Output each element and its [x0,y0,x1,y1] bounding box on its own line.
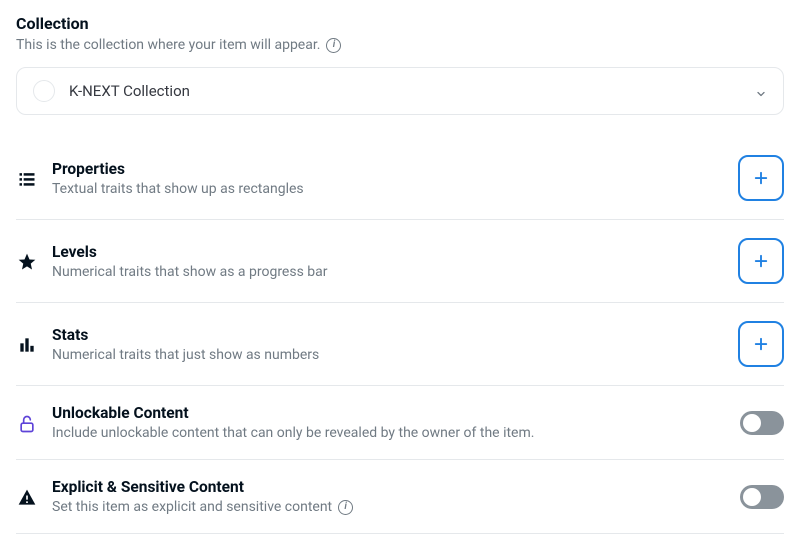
add-properties-button[interactable] [738,155,784,201]
add-levels-button[interactable] [738,238,784,284]
stats-row: Stats Numerical traits that just show as… [16,303,784,386]
info-icon[interactable]: i [326,38,341,53]
add-stats-button[interactable] [738,321,784,367]
collection-subtext-label: This is the collection where your item w… [16,37,320,53]
info-icon[interactable]: i [338,500,353,515]
collection-subtext: This is the collection where your item w… [16,37,784,53]
unlockable-row: Unlockable Content Include unlockable co… [16,386,784,460]
stats-title: Stats [52,326,724,344]
explicit-desc: Set this item as explicit and sensitive … [52,499,726,515]
collection-select-label: K-NEXT Collection [69,82,190,100]
unlockable-title: Unlockable Content [52,404,726,422]
levels-row: Levels Numerical traits that show as a p… [16,220,784,303]
list-icon [16,167,38,189]
levels-desc: Numerical traits that show as a progress… [52,264,724,280]
chevron-down-icon [755,85,767,97]
warning-icon [16,486,38,508]
explicit-toggle[interactable] [740,485,784,509]
properties-title: Properties [52,160,724,178]
properties-desc: Textual traits that show up as rectangle… [52,181,724,197]
star-icon [16,250,38,272]
explicit-title: Explicit & Sensitive Content [52,478,726,496]
unlockable-toggle[interactable] [740,411,784,435]
unlockable-desc: Include unlockable content that can only… [52,425,726,441]
collection-select[interactable]: K-NEXT Collection [16,67,784,115]
levels-title: Levels [52,243,724,261]
explicit-row: Explicit & Sensitive Content Set this it… [16,460,784,534]
stats-desc: Numerical traits that just show as numbe… [52,347,724,363]
unlock-icon [16,412,38,434]
collection-heading: Collection [16,14,784,33]
bar-chart-icon [16,333,38,355]
properties-row: Properties Textual traits that show up a… [16,137,784,220]
explicit-desc-text: Set this item as explicit and sensitive … [52,499,332,515]
collection-thumbnail [33,80,55,102]
